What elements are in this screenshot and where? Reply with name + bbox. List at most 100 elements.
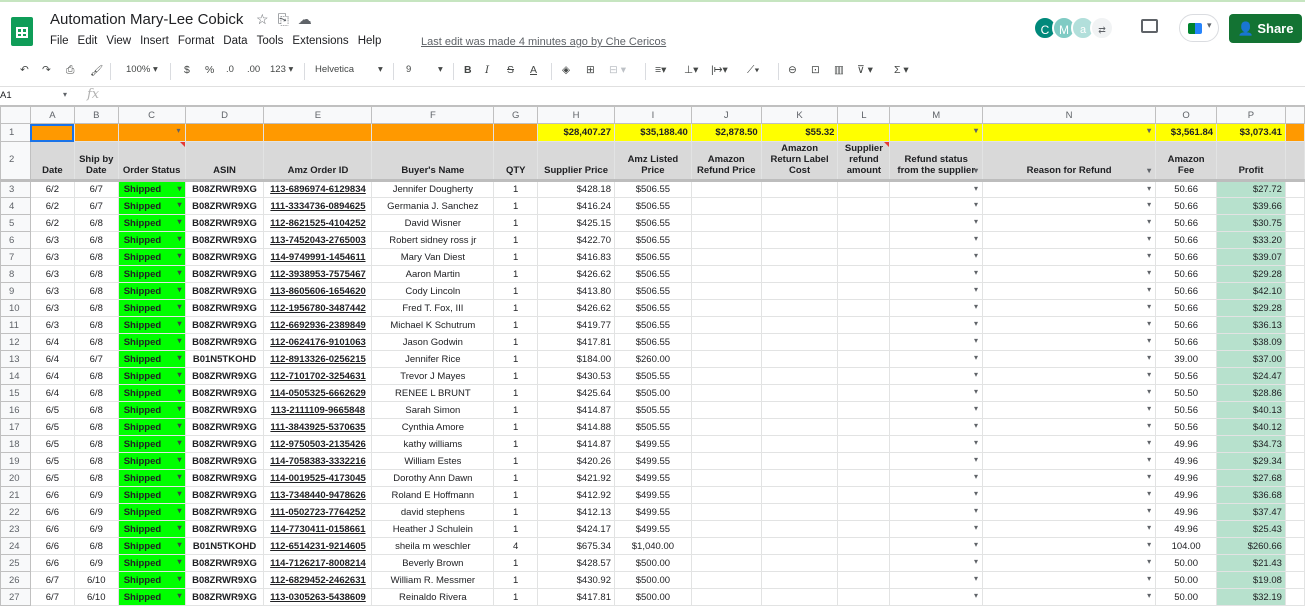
- order-id-cell[interactable]: 113-6896974-6129834: [263, 180, 373, 198]
- refund-status-dropdown[interactable]: [889, 401, 984, 419]
- menu-help[interactable]: Help: [358, 35, 382, 47]
- amazon-fee-cell[interactable]: 49.96: [1155, 520, 1218, 538]
- date-cell[interactable]: 6/5: [29, 435, 75, 453]
- buyer-name-cell[interactable]: david stephens: [371, 503, 495, 521]
- order-status-dropdown[interactable]: Shipped: [117, 350, 186, 368]
- column-header-j[interactable]: J: [690, 106, 762, 124]
- qty-cell[interactable]: 1: [493, 503, 539, 521]
- order-id-cell[interactable]: 112-9750503-2135426: [263, 435, 373, 453]
- total-cell-f[interactable]: [371, 123, 495, 142]
- overflow-cell[interactable]: [1284, 571, 1305, 589]
- buyer-name-cell[interactable]: Trevor J Mayes: [371, 367, 495, 385]
- order-id-cell[interactable]: 114-9749991-1454611: [263, 248, 373, 266]
- profit-cell[interactable]: $29.28: [1216, 265, 1286, 283]
- row-number[interactable]: 21: [0, 486, 31, 504]
- column-header-overflow[interactable]: [1284, 106, 1305, 124]
- supplier-refund-cell[interactable]: [837, 588, 891, 606]
- buyer-name-cell[interactable]: Cody Lincoln: [371, 282, 495, 300]
- amazon-fee-cell[interactable]: 50.56: [1155, 401, 1218, 419]
- return-label-cost-cell[interactable]: [760, 401, 839, 419]
- supplier-refund-cell[interactable]: [837, 537, 891, 555]
- refund-reason-dropdown[interactable]: [982, 503, 1157, 521]
- column-header-g[interactable]: G: [493, 106, 539, 124]
- buyer-name-cell[interactable]: Cynthia Amore: [371, 418, 495, 436]
- return-label-cost-cell[interactable]: [760, 282, 839, 300]
- ship-by-cell[interactable]: 6/10: [73, 588, 119, 606]
- amazon-fee-cell[interactable]: 50.66: [1155, 180, 1218, 198]
- ship-by-cell[interactable]: 6/7: [73, 350, 119, 368]
- amazon-fee-cell[interactable]: 50.66: [1155, 333, 1218, 351]
- refund-status-dropdown[interactable]: [889, 469, 984, 487]
- row-number[interactable]: 6: [0, 231, 31, 249]
- buyer-name-cell[interactable]: Heather J Schulein: [371, 520, 495, 538]
- return-label-cost-cell[interactable]: [760, 367, 839, 385]
- order-status-dropdown[interactable]: Shipped: [117, 469, 186, 487]
- amazon-fee-cell[interactable]: 50.66: [1155, 231, 1218, 249]
- supplier-price-cell[interactable]: $416.83: [537, 248, 615, 266]
- overflow-cell[interactable]: [1284, 554, 1305, 572]
- buyer-name-cell[interactable]: RENEE L BRUNT: [371, 384, 495, 402]
- asin-cell[interactable]: B08ZRWR9XG: [184, 486, 265, 504]
- document-title[interactable]: Automation Mary-Lee Cobick: [50, 11, 243, 28]
- order-status-dropdown[interactable]: Shipped: [117, 197, 186, 215]
- qty-cell[interactable]: 1: [493, 333, 539, 351]
- font-family-select[interactable]: Helvetica ▾: [315, 64, 385, 75]
- return-label-cost-cell[interactable]: [760, 520, 839, 538]
- refund-status-dropdown[interactable]: [889, 486, 984, 504]
- header-cell[interactable]: Date: [29, 141, 75, 181]
- return-label-cost-cell[interactable]: [760, 435, 839, 453]
- order-id-cell[interactable]: 114-0019525-4173045: [263, 469, 373, 487]
- refund-reason-dropdown[interactable]: [982, 299, 1157, 317]
- overflow-cell[interactable]: [1284, 520, 1305, 538]
- return-label-cost-cell[interactable]: [760, 231, 839, 249]
- row-number[interactable]: 18: [0, 435, 31, 453]
- order-id-cell[interactable]: 112-8621525-4104252: [263, 214, 373, 232]
- order-status-dropdown[interactable]: Shipped: [117, 520, 186, 538]
- insert-comment-icon[interactable]: ⊡: [811, 64, 820, 76]
- profit-cell[interactable]: $37.47: [1216, 503, 1286, 521]
- return-label-cost-cell[interactable]: [760, 350, 839, 368]
- order-status-dropdown[interactable]: Shipped: [117, 248, 186, 266]
- row-number[interactable]: 3: [0, 180, 31, 198]
- overflow-cell[interactable]: [1284, 265, 1305, 283]
- ship-by-cell[interactable]: 6/8: [73, 333, 119, 351]
- listed-price-cell[interactable]: $499.55: [613, 520, 692, 538]
- ship-by-cell[interactable]: 6/8: [73, 265, 119, 283]
- refund-price-cell[interactable]: [690, 452, 762, 470]
- total-cell-l[interactable]: [837, 123, 891, 142]
- buyer-name-cell[interactable]: William R. Messmer: [371, 571, 495, 589]
- supplier-refund-cell[interactable]: [837, 265, 891, 283]
- asin-cell[interactable]: B08ZRWR9XG: [184, 282, 265, 300]
- supplier-refund-cell[interactable]: [837, 520, 891, 538]
- refund-status-dropdown[interactable]: [889, 571, 984, 589]
- insert-link-icon[interactable]: ⊖: [788, 64, 797, 76]
- buyer-name-cell[interactable]: Germania J. Sanchez: [371, 197, 495, 215]
- buyer-name-cell[interactable]: Roland E Hoffmann: [371, 486, 495, 504]
- column-header-e[interactable]: E: [263, 106, 373, 124]
- header-cell[interactable]: Ship by Date: [73, 141, 119, 181]
- order-status-dropdown[interactable]: Shipped: [117, 486, 186, 504]
- date-cell[interactable]: 6/3: [29, 299, 75, 317]
- overflow-cell[interactable]: [1284, 299, 1305, 317]
- header-cell[interactable]: Reason for Refund: [982, 141, 1157, 181]
- overflow-cell[interactable]: [1284, 180, 1305, 198]
- refund-reason-dropdown[interactable]: [982, 248, 1157, 266]
- supplier-price-cell[interactable]: $428.18: [537, 180, 615, 198]
- refund-status-dropdown[interactable]: [889, 503, 984, 521]
- refund-reason-dropdown[interactable]: [982, 214, 1157, 232]
- refund-status-dropdown[interactable]: [889, 231, 984, 249]
- order-status-dropdown[interactable]: Shipped: [117, 231, 186, 249]
- amazon-fee-cell[interactable]: 50.00: [1155, 554, 1218, 572]
- column-header-m[interactable]: M: [889, 106, 984, 124]
- total-cell-c[interactable]: [117, 123, 186, 142]
- row-number[interactable]: 11: [0, 316, 31, 334]
- refund-price-cell[interactable]: [690, 588, 762, 606]
- refund-status-dropdown[interactable]: [889, 180, 984, 198]
- profit-cell[interactable]: $42.10: [1216, 282, 1286, 300]
- refund-reason-dropdown[interactable]: [982, 333, 1157, 351]
- ship-by-cell[interactable]: 6/8: [73, 367, 119, 385]
- qty-cell[interactable]: 1: [493, 418, 539, 436]
- header-cell[interactable]: Amazon Refund Price: [690, 141, 762, 181]
- supplier-price-cell[interactable]: $420.26: [537, 452, 615, 470]
- increase-decimal-button[interactable]: .00: [247, 64, 260, 75]
